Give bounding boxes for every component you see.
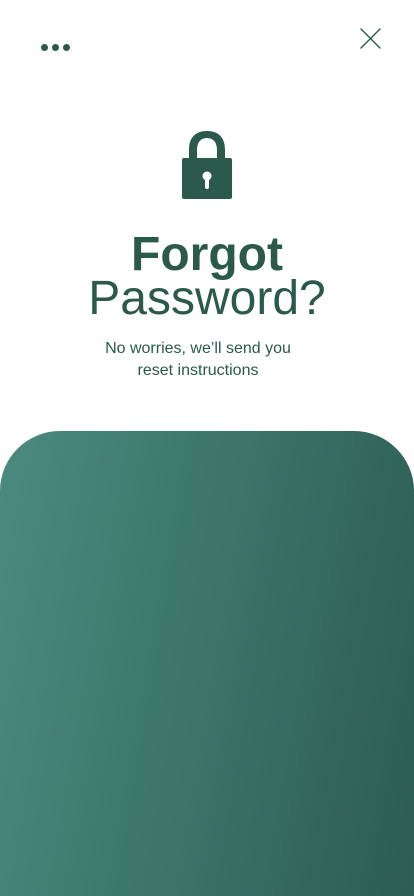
title-password: Password? xyxy=(88,272,326,325)
subtitle: No worries, we’ll send you reset instruc… xyxy=(87,338,309,382)
subtitle-line-2: reset instructions xyxy=(137,362,259,379)
subtitle-line-1: No worries, we’ll send you xyxy=(105,340,291,357)
more-dot-icon xyxy=(62,43,70,51)
reset-form-panel xyxy=(0,431,414,896)
top-bar xyxy=(0,0,414,90)
close-button[interactable] xyxy=(356,25,384,53)
lock-icon xyxy=(179,129,235,201)
close-icon xyxy=(360,28,381,49)
more-dot-icon xyxy=(40,43,48,51)
more-options-button[interactable] xyxy=(34,36,76,58)
more-dot-icon xyxy=(51,43,59,51)
